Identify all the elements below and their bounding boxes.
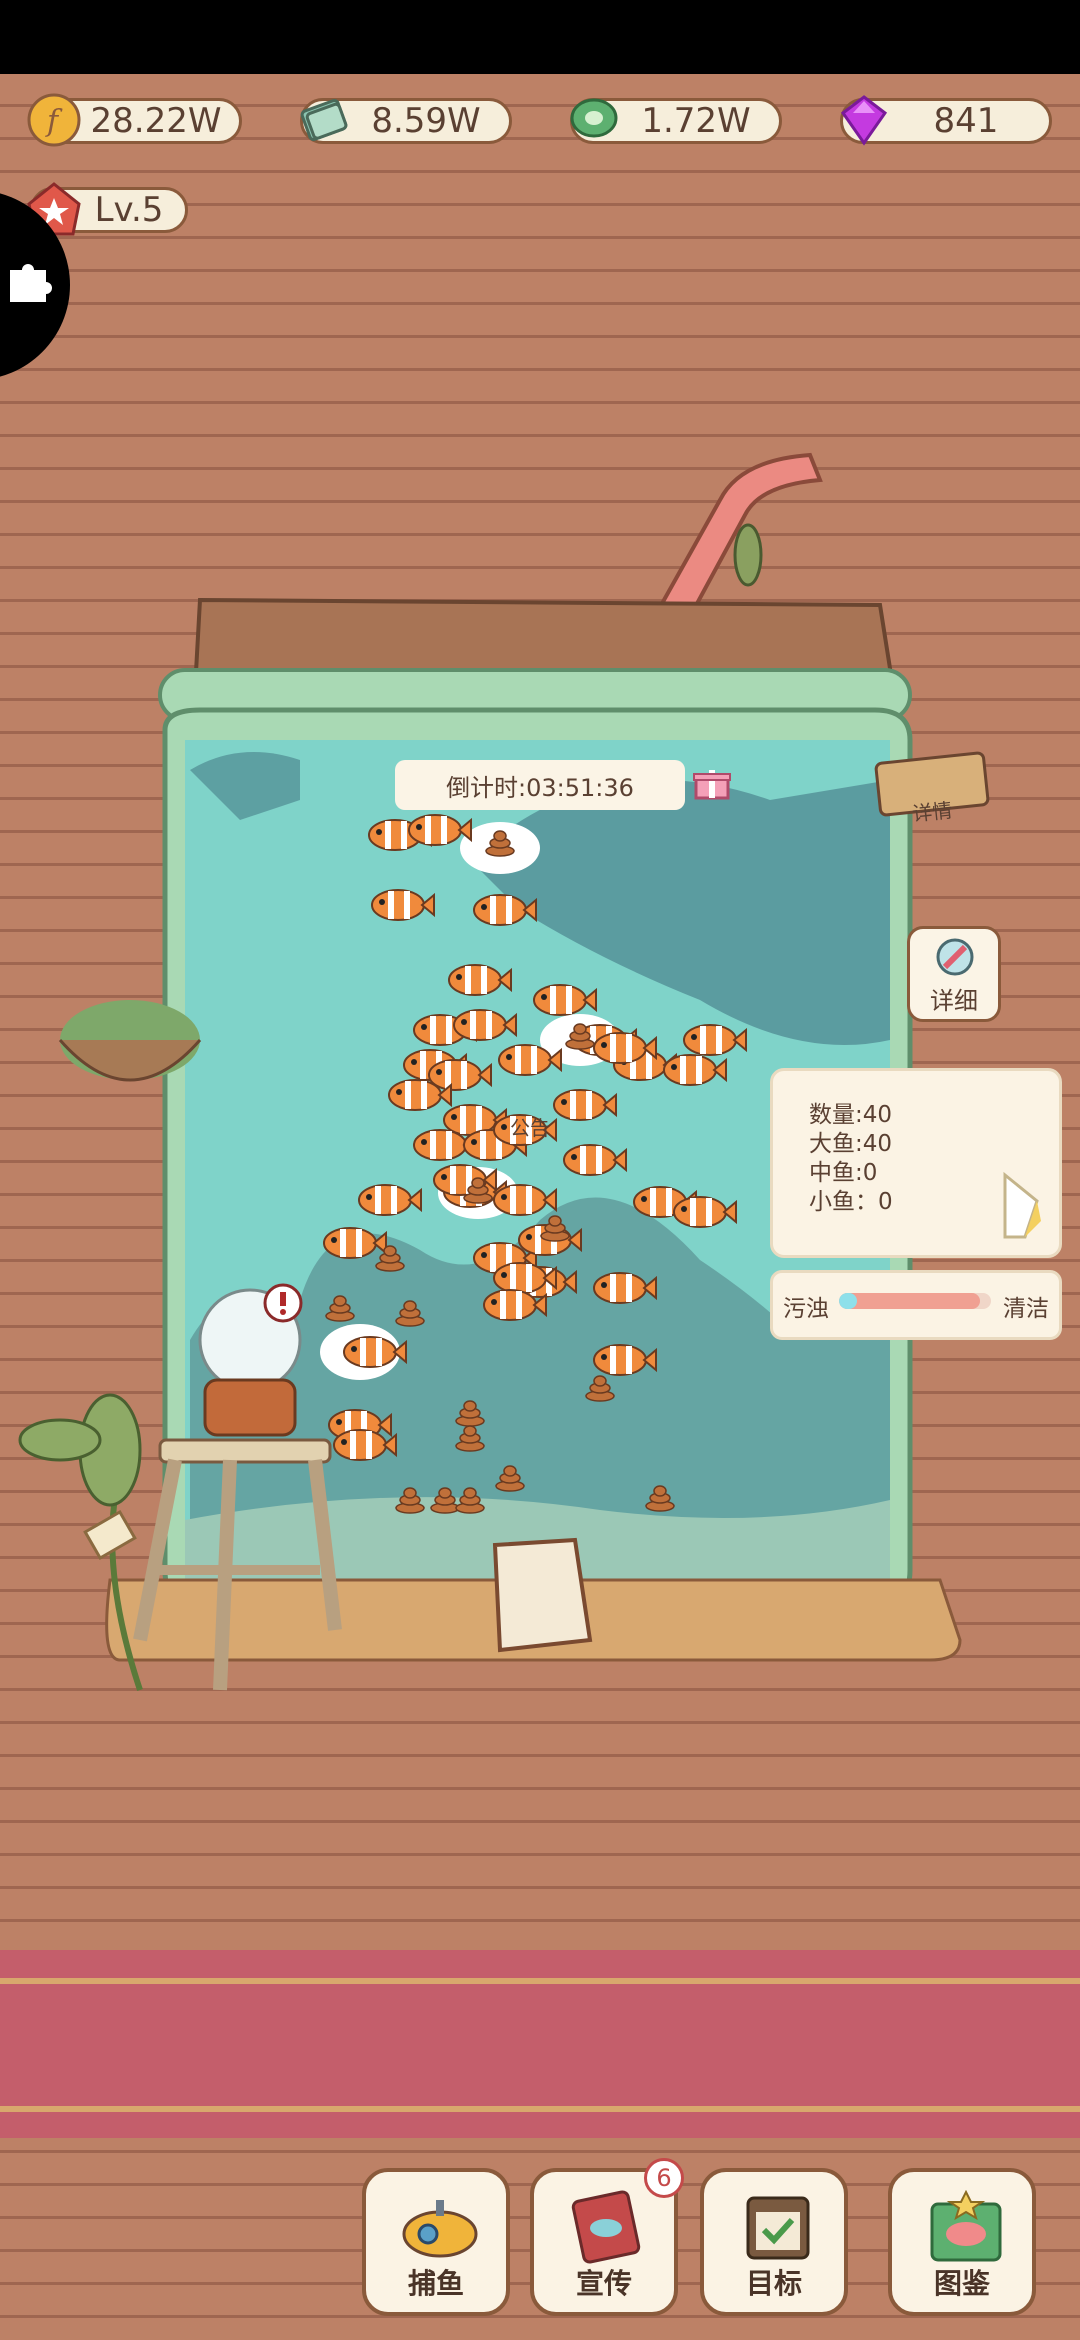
pollution-meter: 污浊 清洁	[770, 1270, 1062, 1340]
status-bar	[0, 0, 1080, 74]
gem-counter[interactable]: 841	[840, 95, 1052, 146]
countdown-timer: 倒计时:03:51:36	[395, 760, 685, 810]
green-shell-icon	[570, 98, 618, 138]
goals-button[interactable]: 目标	[700, 2168, 848, 2316]
pollution-bar	[839, 1293, 991, 1309]
gallery-label: 图鉴	[933, 2267, 990, 2300]
pollution-dirty-label: 污浊	[783, 1296, 829, 1322]
detail-button-label: 详细	[930, 987, 978, 1015]
gem-value: 841	[933, 101, 999, 141]
coin-counter[interactable]: f 28.22W	[27, 93, 242, 147]
clipboard-check-icon	[746, 2196, 810, 2260]
fish-stats-card: 数量:40 大鱼:40 中鱼:0 小鱼：0	[770, 1068, 1062, 1258]
pencil-icon	[936, 938, 974, 976]
gallery-button[interactable]: 图鉴	[888, 2168, 1036, 2316]
pollution-clean-label: 清洁	[1003, 1296, 1049, 1322]
catch-fish-button[interactable]: 捕鱼	[362, 2168, 510, 2316]
level-indicator[interactable]: Lv.5	[27, 182, 188, 236]
shell-counter[interactable]: 1.72W	[570, 98, 782, 144]
notice-board-label[interactable]: 公告	[490, 1112, 570, 1141]
promote-label: 宣传	[575, 2267, 632, 2300]
promote-button[interactable]: 宣传 6	[530, 2158, 684, 2316]
submarine-icon	[402, 2200, 478, 2258]
coin-icon: f	[27, 93, 81, 147]
goals-label: 目标	[745, 2267, 802, 2300]
pollution-bar-clean	[839, 1293, 857, 1309]
pollution-bar-fill	[839, 1293, 981, 1309]
purple-gem-icon	[840, 95, 888, 146]
promote-badge: 6	[644, 2158, 684, 2198]
flyer-icon	[571, 2190, 641, 2264]
cash-stack-icon	[300, 99, 348, 141]
page-flip-icon[interactable]	[1001, 1171, 1045, 1241]
gift-icon[interactable]	[692, 762, 732, 802]
catch-fish-label: 捕鱼	[407, 2267, 464, 2300]
floor-band	[0, 1950, 1080, 2138]
fish-book-icon	[930, 2190, 1002, 2262]
detail-button[interactable]: 详细	[907, 926, 1001, 1022]
band-stripe-top	[0, 1978, 1080, 1984]
shell-value: 1.72W	[641, 101, 751, 141]
band-stripe-bottom	[0, 2106, 1080, 2112]
cash-counter[interactable]: 8.59W	[300, 98, 512, 144]
cash-value: 8.59W	[371, 101, 481, 141]
puzzle-icon	[10, 264, 52, 302]
fish-total: 数量:40	[809, 1102, 893, 1128]
fish-big: 大鱼:40	[809, 1131, 893, 1157]
